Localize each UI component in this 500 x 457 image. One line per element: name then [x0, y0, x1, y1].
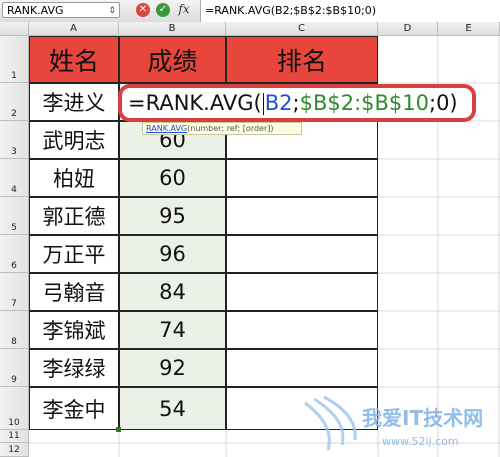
- cell-score[interactable]: 96: [119, 235, 226, 273]
- formula-prefix: =RANK.AVG(: [128, 91, 262, 115]
- formula-toolbar: RANK.AVG ⇕ ✕ ✓ fx =RANK.AVG(B2;$B$2:$B$1…: [0, 0, 500, 23]
- row-header-7[interactable]: 7: [0, 273, 29, 311]
- function-icon[interactable]: fx: [177, 2, 191, 16]
- row-header-8[interactable]: 8: [0, 311, 29, 349]
- cell-name[interactable]: 万正平: [29, 235, 119, 273]
- row-header-2[interactable]: 2: [0, 83, 29, 121]
- confirm-icon[interactable]: ✓: [156, 3, 170, 17]
- cell-score[interactable]: 95: [119, 197, 226, 235]
- cell-name[interactable]: 弓翰音: [29, 273, 119, 311]
- row-header-6[interactable]: 6: [0, 235, 29, 273]
- row-header-5[interactable]: 5: [0, 197, 29, 235]
- cell-name[interactable]: 柏妞: [29, 159, 119, 197]
- cell-score[interactable]: 54: [119, 387, 226, 430]
- cell-name[interactable]: 武明志: [29, 121, 119, 159]
- formula-ref-range: $B$2:$B$10: [299, 91, 429, 115]
- column-header-b[interactable]: B: [119, 22, 226, 36]
- formula-ref-b2: B2: [264, 91, 293, 115]
- cell-rank[interactable]: [226, 349, 378, 387]
- cancel-icon[interactable]: ✕: [136, 3, 150, 17]
- cell-score[interactable]: 74: [119, 311, 226, 349]
- watermark-url: www.52ij.com: [382, 435, 459, 448]
- cell-rank[interactable]: [226, 159, 378, 197]
- column-header-e[interactable]: E: [438, 22, 500, 36]
- cell-score[interactable]: 84: [119, 273, 226, 311]
- cell-score[interactable]: 60: [119, 159, 226, 197]
- select-all-corner[interactable]: [0, 22, 29, 36]
- tooltip-function-link[interactable]: RANK.AVG: [146, 124, 187, 133]
- row-header-12[interactable]: 12: [0, 443, 29, 457]
- cell-score[interactable]: 92: [119, 349, 226, 387]
- formula-separator: ;: [292, 91, 300, 115]
- cell-header-score[interactable]: 成绩: [119, 36, 226, 83]
- cell-edit-box[interactable]: =RANK.AVG(B2;$B$2:$B$10;0): [118, 84, 476, 122]
- cell-name[interactable]: 郭正德: [29, 197, 119, 235]
- formula-input[interactable]: =RANK.AVG(B2;$B$2:$B$10;0): [200, 0, 500, 22]
- name-box-value: RANK.AVG: [7, 4, 64, 17]
- tooltip-args: (number; ref; [order]): [187, 124, 274, 133]
- cell-header-rank[interactable]: 排名: [226, 36, 378, 83]
- row-header-10[interactable]: 10: [0, 387, 29, 430]
- name-box[interactable]: RANK.AVG ⇕: [2, 2, 120, 18]
- cell-rank[interactable]: [226, 235, 378, 273]
- column-header-c[interactable]: C: [226, 22, 378, 36]
- cell-name[interactable]: 李进义: [29, 83, 119, 121]
- function-tooltip: RANK.AVG(number; ref; [order]): [142, 122, 302, 135]
- row-header-4[interactable]: 4: [0, 159, 29, 197]
- column-header-d[interactable]: D: [378, 22, 438, 36]
- cell-rank[interactable]: [226, 197, 378, 235]
- row-header-11[interactable]: 11: [0, 430, 29, 443]
- cell-rank[interactable]: [226, 311, 378, 349]
- name-box-dropdown-icon[interactable]: ⇕: [108, 3, 116, 19]
- site-watermark: 我爱IT技术网 www.52ij.com: [304, 395, 483, 451]
- column-header-a[interactable]: A: [29, 22, 119, 36]
- cell-header-name[interactable]: 姓名: [29, 36, 119, 83]
- row-header-1[interactable]: 1: [0, 36, 29, 83]
- cell-rank[interactable]: [226, 273, 378, 311]
- cell-name[interactable]: 李金中: [29, 387, 119, 430]
- cell-name[interactable]: 李锦斌: [29, 311, 119, 349]
- watermark-text: 我爱IT技术网: [362, 406, 483, 430]
- text-caret: [262, 93, 264, 115]
- row-header-9[interactable]: 9: [0, 349, 29, 387]
- row-header-3[interactable]: 3: [0, 121, 29, 159]
- cell-name[interactable]: 李绿绿: [29, 349, 119, 387]
- formula-suffix: ;0): [429, 91, 458, 115]
